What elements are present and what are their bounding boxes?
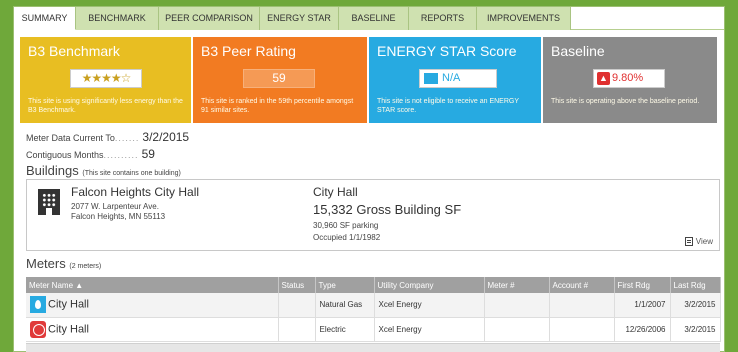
tab-bar: SUMMARY BENCHMARK PEER COMPARISON ENERGY… [14,7,724,30]
col-status[interactable]: Status [278,277,316,293]
view-building-link[interactable]: View [684,237,713,246]
baseline-value-box: ▲ 9.80% [593,69,665,88]
first-rdg-cell: 12/26/2006 [614,317,671,342]
building-name[interactable]: Falcon Heights City Hall [71,185,199,199]
meter-name-cell[interactable]: City Hall [26,317,279,342]
buildings-note: (This site contains one building) [82,170,181,177]
col-last-rdg[interactable]: Last Rdg [670,277,721,293]
table-row[interactable]: City Hall Natural Gas Xcel Energy 1/1/20… [26,293,721,318]
energy-star-icon [424,73,438,84]
utility-cell: Xcel Energy [374,293,485,318]
tab-improvements[interactable]: IMPROVEMENTS [477,7,571,30]
building-address-line2: Falcon Heights, MN 55113 [71,212,166,221]
meters-table: Meter Name ▲ Status Type Utility Company… [26,277,721,342]
status-cell [278,293,316,318]
meter-name-cell[interactable]: City Hall [26,293,279,318]
tile-title: B3 Peer Rating [201,43,296,59]
tab-summary[interactable]: SUMMARY [14,7,76,30]
tab-energy-star[interactable]: ENERGY STAR [260,7,339,30]
meters-title: Meters [26,256,66,271]
energy-star-value: N/A [442,72,461,84]
tile-description: This site is ranked in the 59th percenti… [201,98,354,114]
view-label: View [695,237,713,246]
tile-description: This site is operating above the baselin… [551,98,700,105]
buildings-title: Buildings [26,163,79,178]
electric-icon [30,320,46,338]
building-use-title: City Hall [313,185,358,199]
energy-star-value-box: N/A [419,69,497,88]
utility-cell: Xcel Energy [374,317,485,342]
account-number-cell [549,293,615,318]
col-type[interactable]: Type [315,277,375,293]
meter-name: City Hall [48,322,89,335]
buildings-heading: Buildings (This site contains one buildi… [26,163,181,178]
contiguous-label: Contiguous Months [26,150,104,160]
col-meter-number[interactable]: Meter # [484,277,550,293]
type-cell: Natural Gas [315,293,375,318]
type-cell: Electric [315,317,375,342]
meter-name: City Hall [48,298,89,311]
col-meter-name[interactable]: Meter Name ▲ [26,277,279,293]
star-rating: ★★★★☆ [70,69,142,88]
building-icon [38,189,60,215]
building-address-line1: 2077 W. Larpenteur Ave. [71,202,159,211]
last-rdg-cell: 3/2/2015 [670,293,721,318]
meter-data-value: 3/2/2015 [142,130,190,144]
tile-description: This site is not eligible to receive an … [377,98,519,114]
status-cell [278,317,316,342]
tab-peer-comparison[interactable]: PEER COMPARISON [159,7,260,30]
last-rdg-cell: 3/2/2015 [670,317,721,342]
table-footer [26,343,720,352]
tile-title: ENERGY STAR Score [377,43,517,59]
building-parking: 30,960 SF parking [313,221,379,230]
table-row[interactable]: City Hall Electric Xcel Energy 12/26/200… [26,317,721,342]
col-account-number[interactable]: Account # [549,277,615,293]
table-header-row: Meter Name ▲ Status Type Utility Company… [26,277,721,293]
contiguous-months-row: Contiguous Months.......... 59 [26,147,155,161]
score-tiles: B3 Benchmark ★★★★☆ This site is using si… [20,37,717,123]
account-number-cell [549,317,615,342]
col-first-rdg[interactable]: First Rdg [614,277,671,293]
meter-number-cell [484,293,550,318]
meter-number-cell [484,317,550,342]
b3-peer-rating-tile[interactable]: B3 Peer Rating 59 This site is ranked in… [193,37,367,123]
meter-data-current-row: Meter Data Current To....... 3/2/2015 [26,130,190,144]
site-summary-panel: SUMMARY BENCHMARK PEER COMPARISON ENERGY… [13,6,725,352]
meters-heading: Meters (2 meters) [26,256,101,271]
building-card: Falcon Heights City Hall 2077 W. Larpent… [26,179,720,251]
tile-title: Baseline [551,43,605,59]
tile-title: B3 Benchmark [28,43,120,59]
baseline-value: 9.80% [612,72,644,84]
b3-benchmark-tile[interactable]: B3 Benchmark ★★★★☆ This site is using si… [20,37,191,123]
building-occupied: Occupied 1/1/1982 [313,233,381,242]
col-utility-company[interactable]: Utility Company [374,277,485,293]
document-icon [684,237,693,246]
tab-benchmark[interactable]: BENCHMARK [76,7,159,30]
energy-star-score-tile[interactable]: ENERGY STAR Score N/A This site is not e… [369,37,541,123]
building-gross-sf: 15,332 Gross Building SF [313,202,462,217]
baseline-tile[interactable]: Baseline ▲ 9.80% This site is operating … [543,37,717,123]
contiguous-value: 59 [141,147,155,161]
first-rdg-cell: 1/1/2007 [614,293,671,318]
peer-rating-value: 59 [243,69,315,88]
tab-baseline[interactable]: BASELINE [339,7,409,30]
meter-data-label: Meter Data Current To [26,133,115,143]
arrow-up-icon: ▲ [597,72,610,85]
tile-description: This site is using significantly less en… [28,98,183,114]
meters-note: (2 meters) [69,263,102,270]
gas-flame-icon [30,296,46,314]
tab-reports[interactable]: REPORTS [409,7,477,30]
